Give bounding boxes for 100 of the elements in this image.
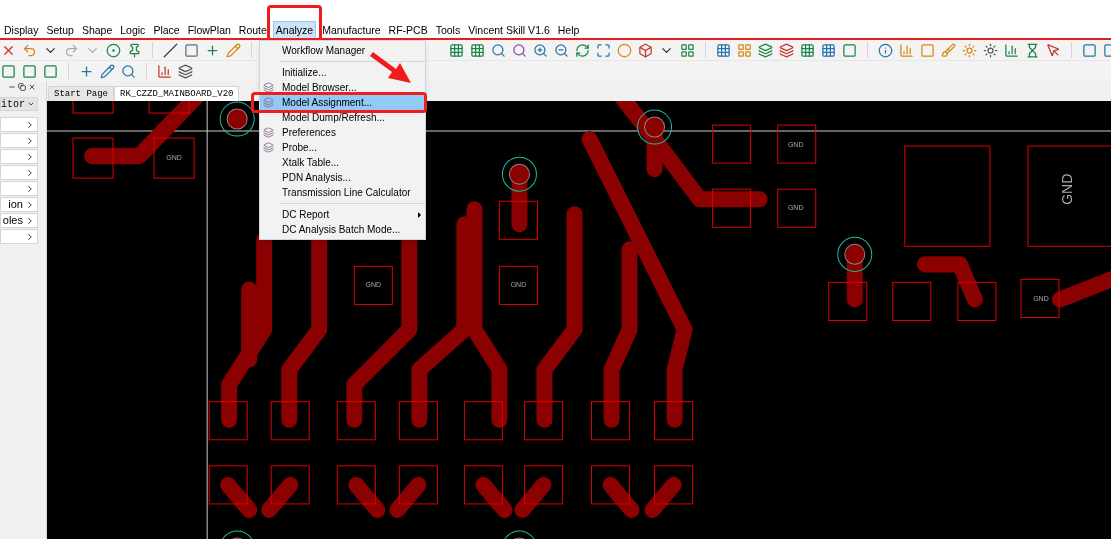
pencil-icon[interactable] xyxy=(100,63,115,79)
circle-icon[interactable] xyxy=(106,42,121,58)
zoom-out-icon[interactable] xyxy=(554,42,569,58)
pad xyxy=(208,401,248,441)
trace xyxy=(1051,271,1111,308)
menu-item[interactable]: Shape xyxy=(79,22,115,38)
panel-row[interactable]: ion xyxy=(0,197,38,212)
pad xyxy=(153,137,195,179)
menu-entry[interactable]: DC Report xyxy=(260,207,425,222)
trace xyxy=(475,476,513,518)
menu-entry[interactable]: DC Analysis Batch Mode... xyxy=(260,222,425,237)
list-icon[interactable] xyxy=(157,63,172,79)
cube-icon[interactable] xyxy=(638,42,653,58)
menu-item[interactable]: Tools xyxy=(433,22,463,38)
search-icon[interactable] xyxy=(121,63,136,79)
zoom-in-icon[interactable] xyxy=(533,42,548,58)
stack-icon[interactable] xyxy=(178,63,193,79)
via xyxy=(837,236,873,272)
grid-icon[interactable] xyxy=(449,42,464,58)
grid-icon[interactable] xyxy=(821,42,836,58)
minimize-icon[interactable] xyxy=(8,83,16,91)
grid-icon[interactable] xyxy=(716,42,731,58)
refresh-icon[interactable] xyxy=(575,42,590,58)
menu-item[interactable]: Manufacture xyxy=(320,22,383,38)
menu-entry[interactable]: Workflow Manager xyxy=(260,43,425,58)
pad xyxy=(398,401,438,441)
sun-icon[interactable] xyxy=(983,42,998,58)
chevron-icon xyxy=(25,215,35,226)
menu-entry[interactable]: Model Dump/Refresh... xyxy=(260,110,425,125)
pointer-icon[interactable] xyxy=(1046,42,1061,58)
hourglass-icon[interactable] xyxy=(1025,42,1040,58)
search-icon[interactable] xyxy=(491,42,506,58)
pad xyxy=(591,401,631,441)
pad xyxy=(72,137,114,179)
restore-icon[interactable] xyxy=(18,83,26,91)
tiles-icon[interactable] xyxy=(737,42,752,58)
menu-item[interactable]: Vincent Skill V1.6 xyxy=(466,22,552,38)
menu-item[interactable]: Logic xyxy=(118,22,148,38)
chevron-icon xyxy=(25,199,35,210)
chevron-icon xyxy=(25,135,35,146)
via xyxy=(637,109,673,145)
square-icon[interactable] xyxy=(184,42,199,58)
pin-icon[interactable] xyxy=(127,42,142,58)
grid-icon[interactable] xyxy=(470,42,485,58)
fit-icon[interactable] xyxy=(596,42,611,58)
menu-item[interactable]: Display xyxy=(2,22,41,38)
menu-item[interactable]: FlowPlan xyxy=(185,22,233,38)
menu-item[interactable]: Place xyxy=(151,22,182,38)
trace xyxy=(602,476,640,518)
layers-icon[interactable] xyxy=(779,42,794,58)
search-icon[interactable] xyxy=(512,42,527,58)
info-icon[interactable] xyxy=(878,42,893,58)
pad xyxy=(712,188,752,228)
circle-icon[interactable] xyxy=(617,42,632,58)
square-icon[interactable] xyxy=(43,63,58,79)
menu-entry[interactable]: Initialize... xyxy=(260,65,425,80)
pad xyxy=(72,101,114,114)
menu-entry[interactable]: Model Browser... xyxy=(260,80,425,95)
plus-icon[interactable] xyxy=(205,42,220,58)
pad xyxy=(654,465,694,505)
chevron-icon xyxy=(25,119,35,130)
trace xyxy=(514,476,552,518)
menu-item[interactable]: Help xyxy=(555,22,582,38)
board-icon[interactable] xyxy=(680,42,695,58)
pad xyxy=(828,281,868,321)
plus-icon[interactable] xyxy=(79,63,94,79)
menu-item[interactable]: Analyze xyxy=(272,21,317,39)
menu-entry[interactable]: Preferences xyxy=(260,125,425,140)
close-icon[interactable] xyxy=(28,83,36,91)
pad xyxy=(336,465,376,505)
chevron-icon xyxy=(25,151,35,162)
layers-icon[interactable] xyxy=(758,42,773,58)
chart-icon[interactable] xyxy=(899,42,914,58)
grid-icon[interactable] xyxy=(800,42,815,58)
square-icon[interactable] xyxy=(1,63,16,79)
panel-row[interactable]: oles xyxy=(0,213,38,228)
corner-icon[interactable] xyxy=(1082,42,1097,58)
menu-entry[interactable]: PDN Analysis... xyxy=(260,170,425,185)
document-tab[interactable]: Start Page xyxy=(48,86,114,101)
menu-item[interactable]: RF-PCB xyxy=(386,22,430,38)
menu-entry[interactable]: Probe... xyxy=(260,140,425,155)
menu-entry[interactable]: Model Assignment... xyxy=(260,95,425,110)
square-icon[interactable] xyxy=(22,63,37,79)
pad xyxy=(353,265,393,305)
menu-entry[interactable]: Xtalk Table... xyxy=(260,155,425,170)
pencil-icon[interactable] xyxy=(226,42,241,58)
menu-item[interactable]: Route xyxy=(236,22,269,38)
trace xyxy=(348,476,386,518)
brush-icon[interactable] xyxy=(941,42,956,58)
menu-item[interactable]: Setup xyxy=(44,22,76,38)
trace xyxy=(389,476,427,518)
menu-entry[interactable]: Transmission Line Calculator xyxy=(260,185,425,200)
undo-icon[interactable] xyxy=(22,42,37,58)
editor-dropdown[interactable]: itor xyxy=(0,97,38,111)
pad xyxy=(892,281,932,321)
line-icon[interactable] xyxy=(163,42,178,58)
document-tab[interactable]: RK_CZZD_MAINBOARD_V20 xyxy=(114,86,240,101)
bars-icon[interactable] xyxy=(1004,42,1019,58)
pad xyxy=(712,124,752,164)
square-icon[interactable] xyxy=(842,42,857,58)
